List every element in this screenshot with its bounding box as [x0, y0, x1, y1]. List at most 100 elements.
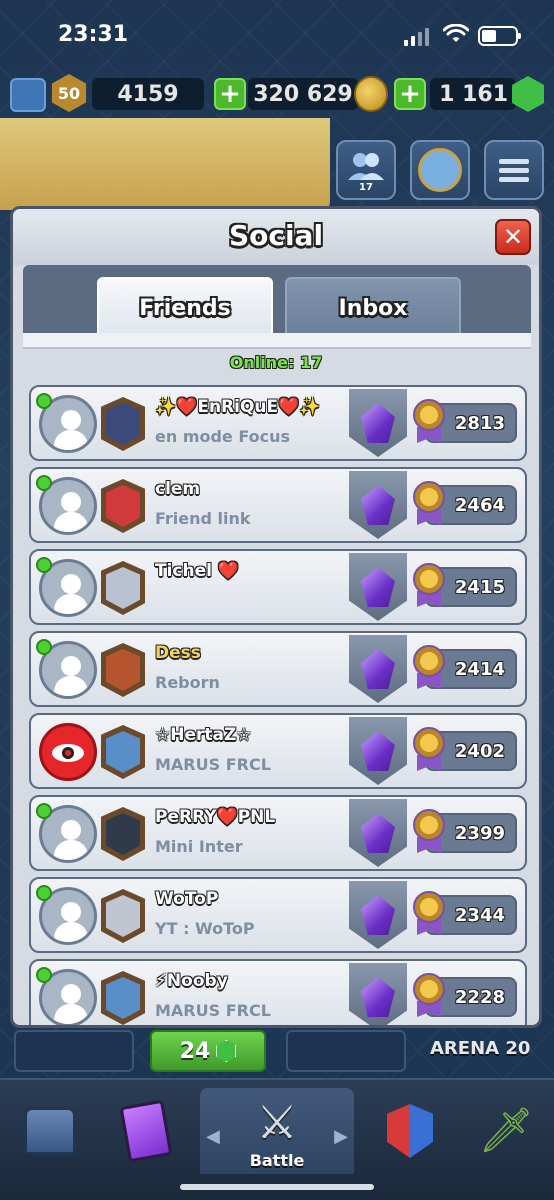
avatar-body: [54, 676, 88, 696]
online-indicator: [36, 639, 52, 655]
avatar-body: [54, 1004, 88, 1024]
friend-row[interactable]: ☆HertaZ☆ MARUS FRCL 2402: [29, 713, 527, 789]
friend-name: PeRRY❤️PNL: [155, 807, 276, 827]
close-button[interactable]: ✕: [495, 219, 531, 255]
friends-button[interactable]: 17: [336, 140, 396, 200]
friend-trophies: 2399: [454, 823, 505, 844]
clan-badge-icon: [101, 889, 145, 943]
status-bar: 23:31: [0, 0, 554, 70]
tab-inbox[interactable]: Inbox: [285, 277, 461, 337]
eye-icon: [52, 744, 84, 762]
clan-badge-emblem: [106, 813, 140, 855]
friends-icon: 17: [348, 153, 384, 192]
avatar-head: [61, 410, 81, 430]
friend-list[interactable]: ✨❤️EnRiQuE❤️✨ en mode Focus 2813 clem Friend…: [29, 385, 527, 1025]
friend-status: en mode Focus: [155, 427, 291, 446]
friend-row[interactable]: WoToP YT : WoToP 2344: [29, 877, 527, 953]
friend-row[interactable]: clem Friend link 2464: [29, 467, 527, 543]
profile-crown-icon[interactable]: [10, 78, 46, 112]
clan-badge-icon: [101, 561, 145, 615]
gold-counter: 320 629: [248, 78, 358, 110]
friend-status: MARUS FRCL: [155, 1001, 271, 1020]
add-gems-button[interactable]: +: [394, 78, 426, 110]
nav-cards[interactable]: [96, 1088, 196, 1174]
friend-trophies: 2464: [454, 495, 505, 516]
arena-league-icon: [349, 553, 407, 621]
menu-button[interactable]: [484, 140, 544, 200]
online-indicator: [36, 475, 52, 491]
avatar-head: [61, 984, 81, 1004]
friend-trophies: 2414: [454, 659, 505, 680]
nav-battle-label: Battle: [249, 1151, 305, 1170]
spectate-eye-avatar[interactable]: [39, 723, 97, 781]
chest-icon: [24, 1107, 76, 1155]
friend-status: Reborn: [155, 673, 220, 692]
status-time: 23:31: [58, 22, 129, 47]
arena-league-icon: [349, 389, 407, 457]
wifi-icon: [443, 24, 469, 42]
crystal-icon: [361, 649, 395, 689]
online-indicator: [36, 885, 52, 901]
crystal-icon: [361, 813, 395, 853]
friend-name: ☆HertaZ☆: [155, 725, 252, 745]
event-banner[interactable]: [0, 118, 330, 210]
arena-league-icon: [349, 471, 407, 539]
arena-league-icon: [349, 963, 407, 1025]
avatar-body: [54, 922, 88, 942]
clan-badge-emblem: [106, 731, 140, 773]
friend-trophies: 2813: [454, 413, 505, 434]
clan-button[interactable]: [410, 140, 470, 200]
battery-icon: [478, 26, 521, 46]
clan-badge-icon: [101, 479, 145, 533]
trophy-count: 4159: [117, 81, 179, 107]
clan-badge-icon: [101, 971, 145, 1025]
chest-slot[interactable]: [14, 1030, 134, 1072]
crown-medal-icon: [413, 809, 445, 841]
gem-icon: [216, 1040, 237, 1062]
crown-medal-icon: [413, 645, 445, 677]
clan-badge-emblem: [106, 485, 140, 527]
gem-cost-button[interactable]: 24: [150, 1030, 266, 1072]
clan-badge-icon: [101, 725, 145, 779]
cards-icon: [119, 1099, 173, 1163]
nav-battle[interactable]: ◀ ⚔ ▶ Battle: [200, 1088, 354, 1174]
home-indicator[interactable]: [180, 1184, 374, 1190]
add-gold-button[interactable]: +: [214, 78, 246, 110]
friend-row[interactable]: Tichel ❤️ 2415: [29, 549, 527, 625]
gem-cost: 24: [179, 1038, 211, 1064]
nav-clan[interactable]: [360, 1088, 460, 1174]
crystal-icon: [361, 977, 395, 1017]
friend-row[interactable]: Dess Reborn 2414: [29, 631, 527, 707]
avatar-body: [54, 594, 88, 614]
friend-name: ✨❤️EnRiQuE❤️✨: [155, 397, 321, 417]
arena-label: ARENA 20: [430, 1038, 531, 1059]
friends-count: 17: [359, 182, 373, 192]
friend-row[interactable]: PeRRY❤️PNL Mini Inter 2399: [29, 795, 527, 871]
trophy-counter[interactable]: 4159: [92, 78, 204, 110]
social-modal: Social ✕ Friends Inbox Online: 17 ✨❤️EnR…: [10, 206, 542, 1028]
friend-row[interactable]: ⚡Nooby MARUS FRCL 2228: [29, 959, 527, 1025]
friend-row[interactable]: ✨❤️EnRiQuE❤️✨ en mode Focus 2813: [29, 385, 527, 461]
gold-coin-icon: [354, 76, 388, 112]
crystal-icon: [361, 731, 395, 771]
avatar-head: [61, 656, 81, 676]
nav-shop[interactable]: [0, 1088, 100, 1174]
clan-badge-icon: [101, 397, 145, 451]
level-badge[interactable]: 50: [51, 74, 87, 112]
online-indicator: [36, 393, 52, 409]
crystal-icon: [361, 567, 395, 607]
crown-medal-icon: [413, 727, 445, 759]
clan-icon: [418, 148, 462, 192]
online-count: Online: 17: [229, 353, 323, 372]
crown-medal-icon: [413, 399, 445, 431]
nav-events[interactable]: 🗡: [456, 1088, 554, 1174]
chest-slot[interactable]: [286, 1030, 406, 1072]
tab-divider: [23, 333, 531, 349]
clan-badge-emblem: [106, 977, 140, 1019]
clan-badge-icon: [101, 807, 145, 861]
friend-name: Tichel ❤️: [155, 561, 240, 581]
friend-name: Dess: [155, 643, 201, 663]
tab-friends[interactable]: Friends: [97, 277, 273, 337]
laurel-sword-icon: 🗡: [478, 1105, 534, 1156]
arrow-right-icon: ▶: [334, 1126, 348, 1147]
